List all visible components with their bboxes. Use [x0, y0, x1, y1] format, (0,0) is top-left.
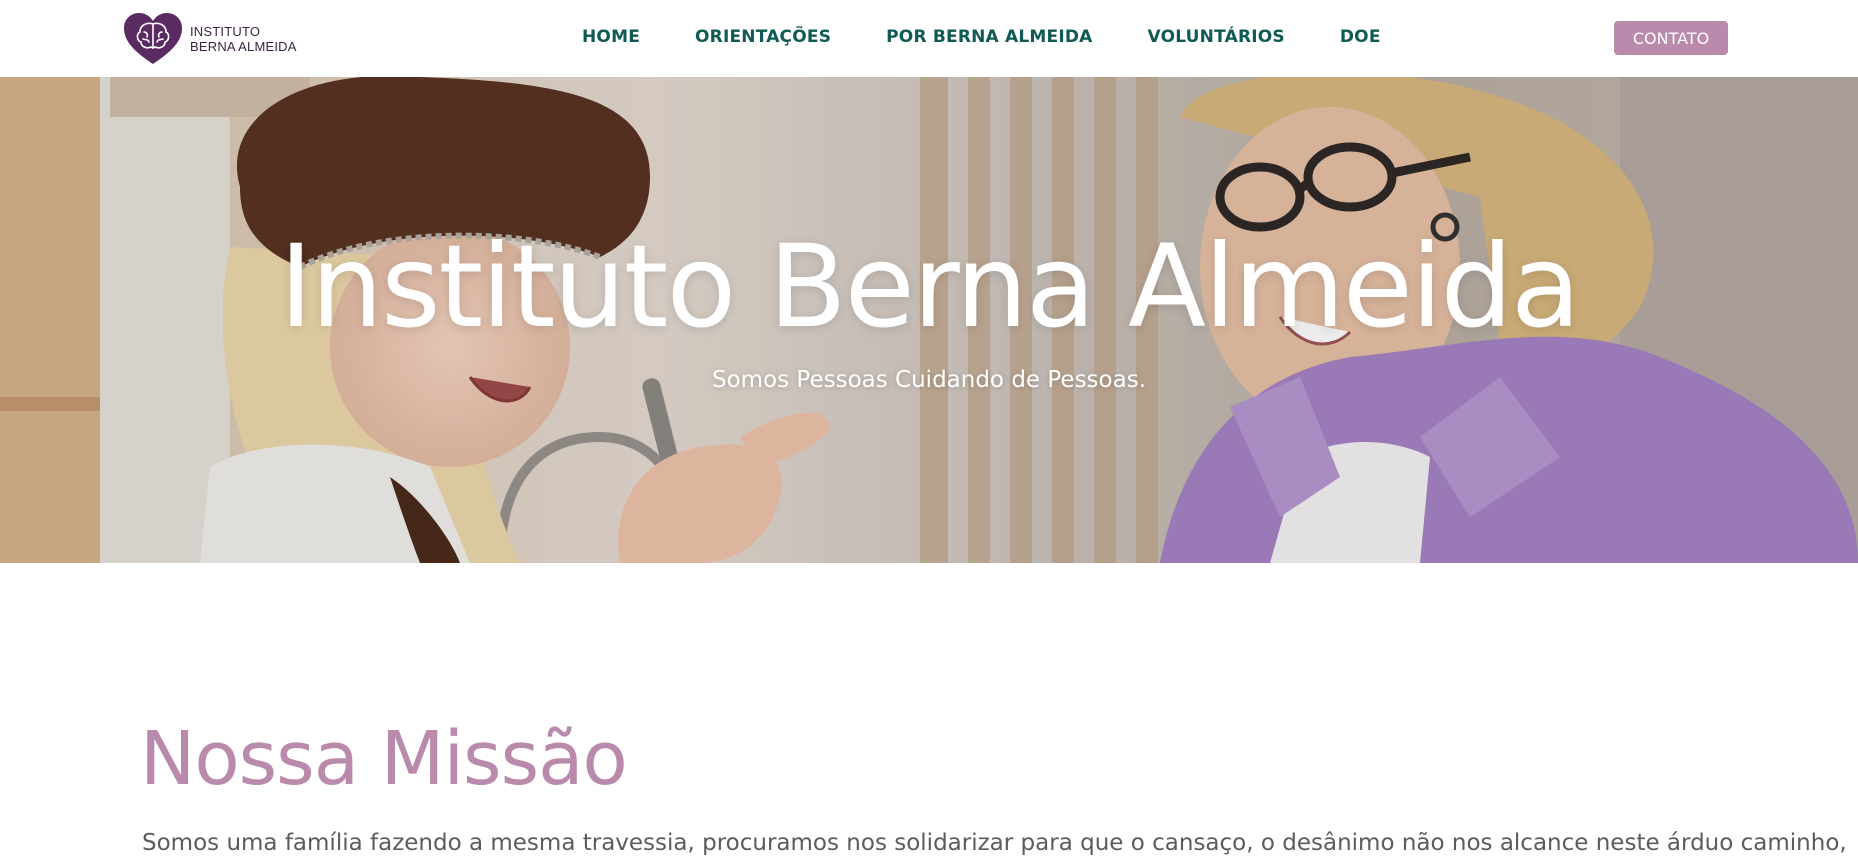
brain-heart-icon — [124, 13, 182, 64]
logo-text: INSTITUTO BERNA ALMEIDA — [190, 24, 297, 54]
site-logo[interactable]: INSTITUTO BERNA ALMEIDA — [122, 12, 297, 66]
mission-title: Nossa Missão — [140, 716, 628, 802]
hero-subtitle: Somos Pessoas Cuidando de Pessoas. — [711, 367, 1147, 393]
mission-text: Somos uma família fazendo a mesma traves… — [142, 830, 1847, 856]
hero-title: Instituto Berna Almeida — [279, 220, 1581, 353]
nav-por-berna-almeida[interactable]: POR BERNA ALMEIDA — [886, 27, 1092, 47]
nav-voluntarios[interactable]: VOLUNTÁRIOS — [1148, 27, 1285, 47]
main-nav: HOME ORIENTAÇÕES POR BERNA ALMEIDA VOLUN… — [582, 27, 1381, 47]
logo-line-1: INSTITUTO — [190, 24, 261, 39]
site-header: INSTITUTO BERNA ALMEIDA HOME ORIENTAÇÕES… — [0, 0, 1858, 77]
nav-orientacoes[interactable]: ORIENTAÇÕES — [695, 27, 831, 47]
contact-button[interactable]: CONTATO — [1614, 21, 1728, 55]
hero-section: Instituto Berna Almeida Somos Pessoas Cu… — [0, 77, 1858, 563]
nav-doe[interactable]: DOE — [1340, 27, 1381, 47]
nav-home[interactable]: HOME — [582, 27, 640, 47]
logo-line-2: BERNA ALMEIDA — [190, 39, 297, 54]
